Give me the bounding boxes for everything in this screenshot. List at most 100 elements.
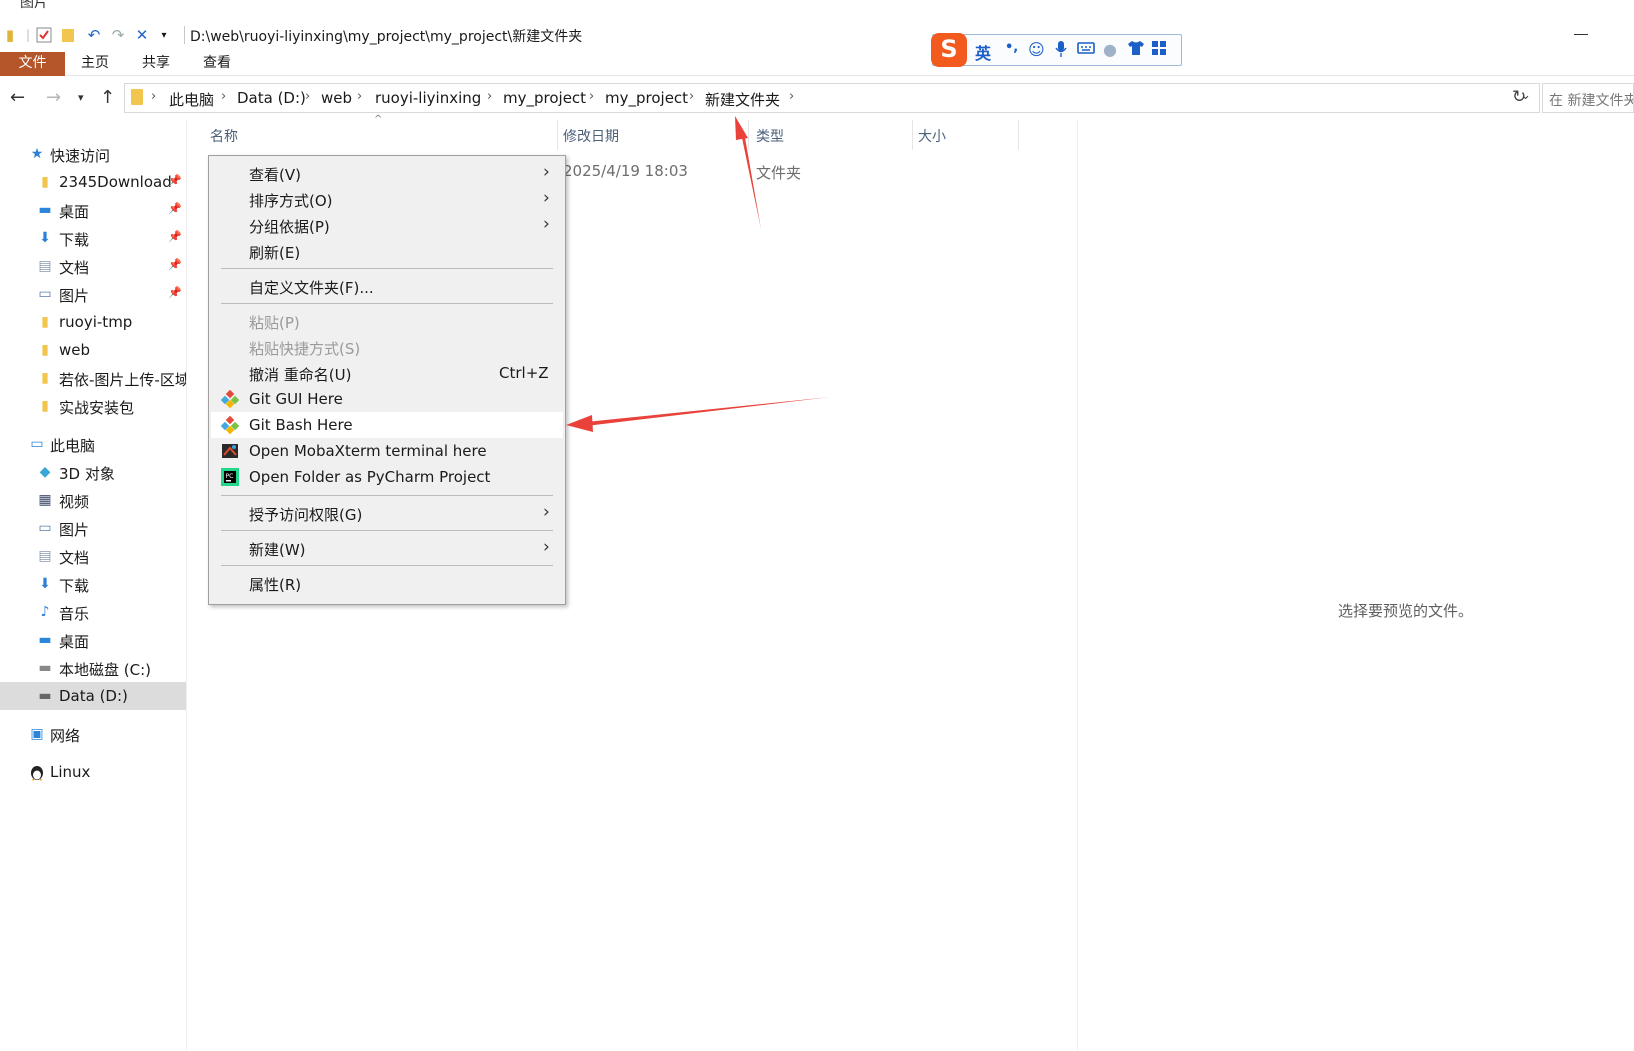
column-divider[interactable] <box>1018 120 1019 150</box>
search-input[interactable]: 在 新建文件夹 <box>1542 83 1634 113</box>
breadcrumb-web[interactable]: web <box>321 89 352 107</box>
breadcrumb-new-folder[interactable]: 新建文件夹 <box>705 89 780 110</box>
column-header-type[interactable]: 类型 <box>756 126 784 146</box>
menu-item-mobaxterm[interactable]: Open MobaXterm terminal here <box>211 438 563 464</box>
chevron-right-icon[interactable]: › <box>789 89 794 104</box>
recent-locations-chevron-icon[interactable]: ▾ <box>78 91 84 104</box>
sidebar-item-desktop[interactable]: ▬ 桌面 📌 <box>0 196 186 224</box>
tab-home[interactable]: 主页 <box>77 52 113 76</box>
breadcrumb-my-project-2[interactable]: my_project <box>605 89 688 107</box>
sidebar-item-desktop-pc[interactable]: ▬ 桌面 <box>0 626 186 654</box>
menu-item-refresh[interactable]: 刷新(E) <box>211 238 563 264</box>
sidebar-item-documents-pc[interactable]: ▤ 文档 <box>0 542 186 570</box>
refresh-icon[interactable]: ↻ <box>1512 87 1526 107</box>
pin-icon[interactable]: 📌 <box>168 174 182 187</box>
menu-item-label: Git Bash Here <box>249 416 353 434</box>
chevron-right-icon[interactable]: › <box>151 89 156 104</box>
tab-share[interactable]: 共享 <box>138 52 174 76</box>
menu-item-label: 排序方式(O) <box>249 192 333 210</box>
sidebar-item-linux[interactable]: Linux <box>0 758 186 786</box>
chevron-right-icon[interactable]: › <box>221 89 226 104</box>
sidebar-item-network[interactable]: ▣ 网络 <box>0 720 186 748</box>
git-icon <box>220 389 240 409</box>
sidebar-item-pictures-pc[interactable]: ▭ 图片 <box>0 514 186 542</box>
address-bar[interactable]: › 此电脑 › Data (D:) › web › ruoyi-liyinxin… <box>124 83 1540 113</box>
properties-check-icon[interactable] <box>36 26 52 44</box>
undo-icon[interactable]: ↶ <box>86 26 102 44</box>
pin-icon[interactable]: 📌 <box>168 258 182 271</box>
forward-arrow-icon[interactable]: → <box>46 87 61 108</box>
breadcrumb-data-d[interactable]: Data (D:) <box>237 89 306 107</box>
desktop-icon: ▬ <box>38 632 52 648</box>
menu-item-customize-folder[interactable]: 自定义文件夹(F)... <box>211 273 563 299</box>
new-folder-icon[interactable] <box>60 26 76 44</box>
sidebar-item-documents[interactable]: ▤ 文档 📌 <box>0 252 186 280</box>
menu-item-pycharm[interactable]: PC Open Folder as PyCharm Project <box>211 464 563 490</box>
sidebar-item-videos[interactable]: ▦ 视频 <box>0 486 186 514</box>
up-arrow-icon[interactable]: ↑ <box>100 87 115 108</box>
chevron-right-icon[interactable]: › <box>589 89 594 104</box>
menu-item-undo-rename[interactable]: 撤消 重命名(U) Ctrl+Z <box>211 360 563 386</box>
customize-toolbar-icon[interactable]: ▾ <box>156 26 172 44</box>
sidebar-item-ruoyi-upload[interactable]: ▮ 若依-图片上传-区域 <box>0 364 186 392</box>
redo-icon[interactable]: ↷ <box>110 26 126 44</box>
column-divider[interactable] <box>748 120 749 150</box>
menu-item-view[interactable]: 查看(V) › <box>211 160 563 186</box>
chevron-right-icon[interactable]: › <box>305 89 310 104</box>
menu-item-new[interactable]: 新建(W) › <box>211 535 563 561</box>
pin-icon[interactable]: 📌 <box>168 230 182 243</box>
folder-icon: ▮ <box>41 370 49 386</box>
column-header-modified[interactable]: 修改日期 <box>563 126 619 146</box>
breadcrumb-my-project[interactable]: my_project <box>503 89 586 107</box>
folder-icon <box>131 89 143 105</box>
tab-view[interactable]: 查看 <box>199 52 235 76</box>
pin-icon[interactable]: 📌 <box>168 202 182 215</box>
folder-icon: ▮ <box>41 174 49 190</box>
menu-item-sort[interactable]: 排序方式(O) › <box>211 186 563 212</box>
back-arrow-icon[interactable]: ← <box>10 87 25 108</box>
column-header-name[interactable]: 名称 <box>210 126 238 146</box>
sidebar-item-install-pack[interactable]: ▮ 实战安装包 <box>0 392 186 420</box>
sidebar-item-downloads-pc[interactable]: ⬇ 下载 <box>0 570 186 598</box>
sidebar-item-music[interactable]: ♪ 音乐 <box>0 598 186 626</box>
row-modified-date[interactable]: 2025/4/19 18:03 <box>563 162 688 180</box>
column-header-size[interactable]: 大小 <box>918 126 946 146</box>
sidebar-item-downloads[interactable]: ⬇ 下载 📌 <box>0 224 186 252</box>
menu-item-git-bash[interactable]: Git Bash Here <box>211 412 563 438</box>
menu-item-properties[interactable]: 属性(R) <box>211 570 563 596</box>
sidebar-item-3d-objects[interactable]: ◆ 3D 对象 <box>0 458 186 486</box>
breadcrumb-this-pc[interactable]: 此电脑 <box>169 89 214 110</box>
nav-pane-divider[interactable] <box>186 120 187 1050</box>
chevron-right-icon[interactable]: › <box>487 89 492 104</box>
menu-item-paste-shortcut[interactable]: 粘贴快捷方式(S) <box>211 334 563 360</box>
menu-separator <box>221 530 553 531</box>
menu-separator <box>221 495 553 496</box>
chevron-right-icon[interactable]: › <box>689 89 694 104</box>
column-divider[interactable] <box>557 120 558 150</box>
sidebar-item-pictures[interactable]: ▭ 图片 📌 <box>0 280 186 308</box>
breadcrumb-ruoyi-liyinxing[interactable]: ruoyi-liyinxing <box>375 89 481 107</box>
row-type[interactable]: 文件夹 <box>756 162 801 183</box>
sidebar-item-ruoyi-tmp[interactable]: ▮ ruoyi-tmp <box>0 308 186 336</box>
column-divider[interactable] <box>912 120 913 150</box>
sidebar-item-quick-access[interactable]: ★ 快速访问 <box>0 140 186 168</box>
tab-file[interactable]: 文件 <box>0 52 65 76</box>
sidebar-item-data-d[interactable]: ▬ Data (D:) <box>0 682 186 710</box>
pin-icon[interactable]: 📌 <box>168 286 182 299</box>
preview-pane-divider[interactable] <box>1077 120 1078 1050</box>
sidebar-item-label: Data (D:) <box>59 687 128 705</box>
chevron-right-icon[interactable]: › <box>357 89 362 104</box>
menu-item-group[interactable]: 分组依据(P) › <box>211 212 563 238</box>
sidebar-item-local-disk-c[interactable]: ▬ 本地磁盘 (C:) <box>0 654 186 682</box>
sidebar-item-web[interactable]: ▮ web <box>0 336 186 364</box>
menu-item-grant-access[interactable]: 授予访问权限(G) › <box>211 500 563 526</box>
sidebar-item-label: 此电脑 <box>50 437 96 455</box>
menu-item-git-gui[interactable]: Git GUI Here <box>211 386 563 412</box>
sidebar-item-2345download[interactable]: ▮ 2345Download 📌 <box>0 168 186 196</box>
menu-item-label: Open MobaXterm terminal here <box>249 442 487 460</box>
sidebar-item-this-pc[interactable]: ▭ 此电脑 <box>0 430 186 458</box>
delete-icon[interactable]: ✕ <box>134 26 150 44</box>
svg-text:PC: PC <box>226 473 234 480</box>
minimize-button[interactable] <box>1574 34 1588 35</box>
menu-item-paste[interactable]: 粘贴(P) <box>211 308 563 334</box>
